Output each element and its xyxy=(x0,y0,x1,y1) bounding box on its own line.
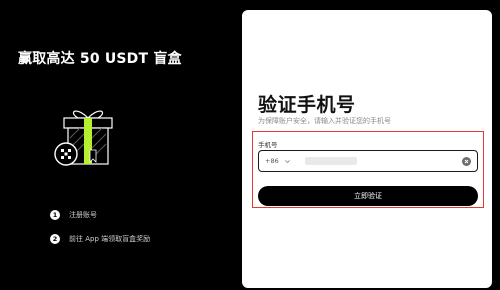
gift-icon xyxy=(54,110,113,166)
gift-box-illustration xyxy=(46,98,130,182)
chevron-down-icon xyxy=(284,159,290,163)
step-item: 1 注册账号 xyxy=(50,208,150,222)
step-label: 前往 App 端领取盲盒奖励 xyxy=(69,235,151,243)
country-code-value: +86 xyxy=(265,157,279,165)
promo-title: 赢取高达 50 USDT 盲盒 xyxy=(18,51,182,67)
country-code-select[interactable]: +86 xyxy=(259,151,297,171)
form-title: 验证手机号 xyxy=(258,94,356,116)
phone-field-label: 手机号 xyxy=(258,141,278,149)
form-subtitle: 为保障账户安全，请输入并验证您的手机号 xyxy=(258,117,391,125)
phone-number-value[interactable] xyxy=(304,157,357,165)
step-item: 2 前往 App 端领取盲盒奖励 xyxy=(50,232,150,246)
clear-icon[interactable] xyxy=(462,157,471,166)
phone-input[interactable]: +86 xyxy=(258,150,478,172)
step-label: 注册账号 xyxy=(69,211,97,219)
verify-now-button[interactable]: 立即验证 xyxy=(258,186,478,206)
step-number: 2 xyxy=(50,234,60,244)
verify-card: 验证手机号 为保障账户安全，请输入并验证您的手机号 手机号 +86 立即验证 xyxy=(242,10,492,288)
step-number: 1 xyxy=(50,210,60,220)
steps-list: 1 注册账号 2 前往 App 端领取盲盒奖励 xyxy=(50,208,150,256)
